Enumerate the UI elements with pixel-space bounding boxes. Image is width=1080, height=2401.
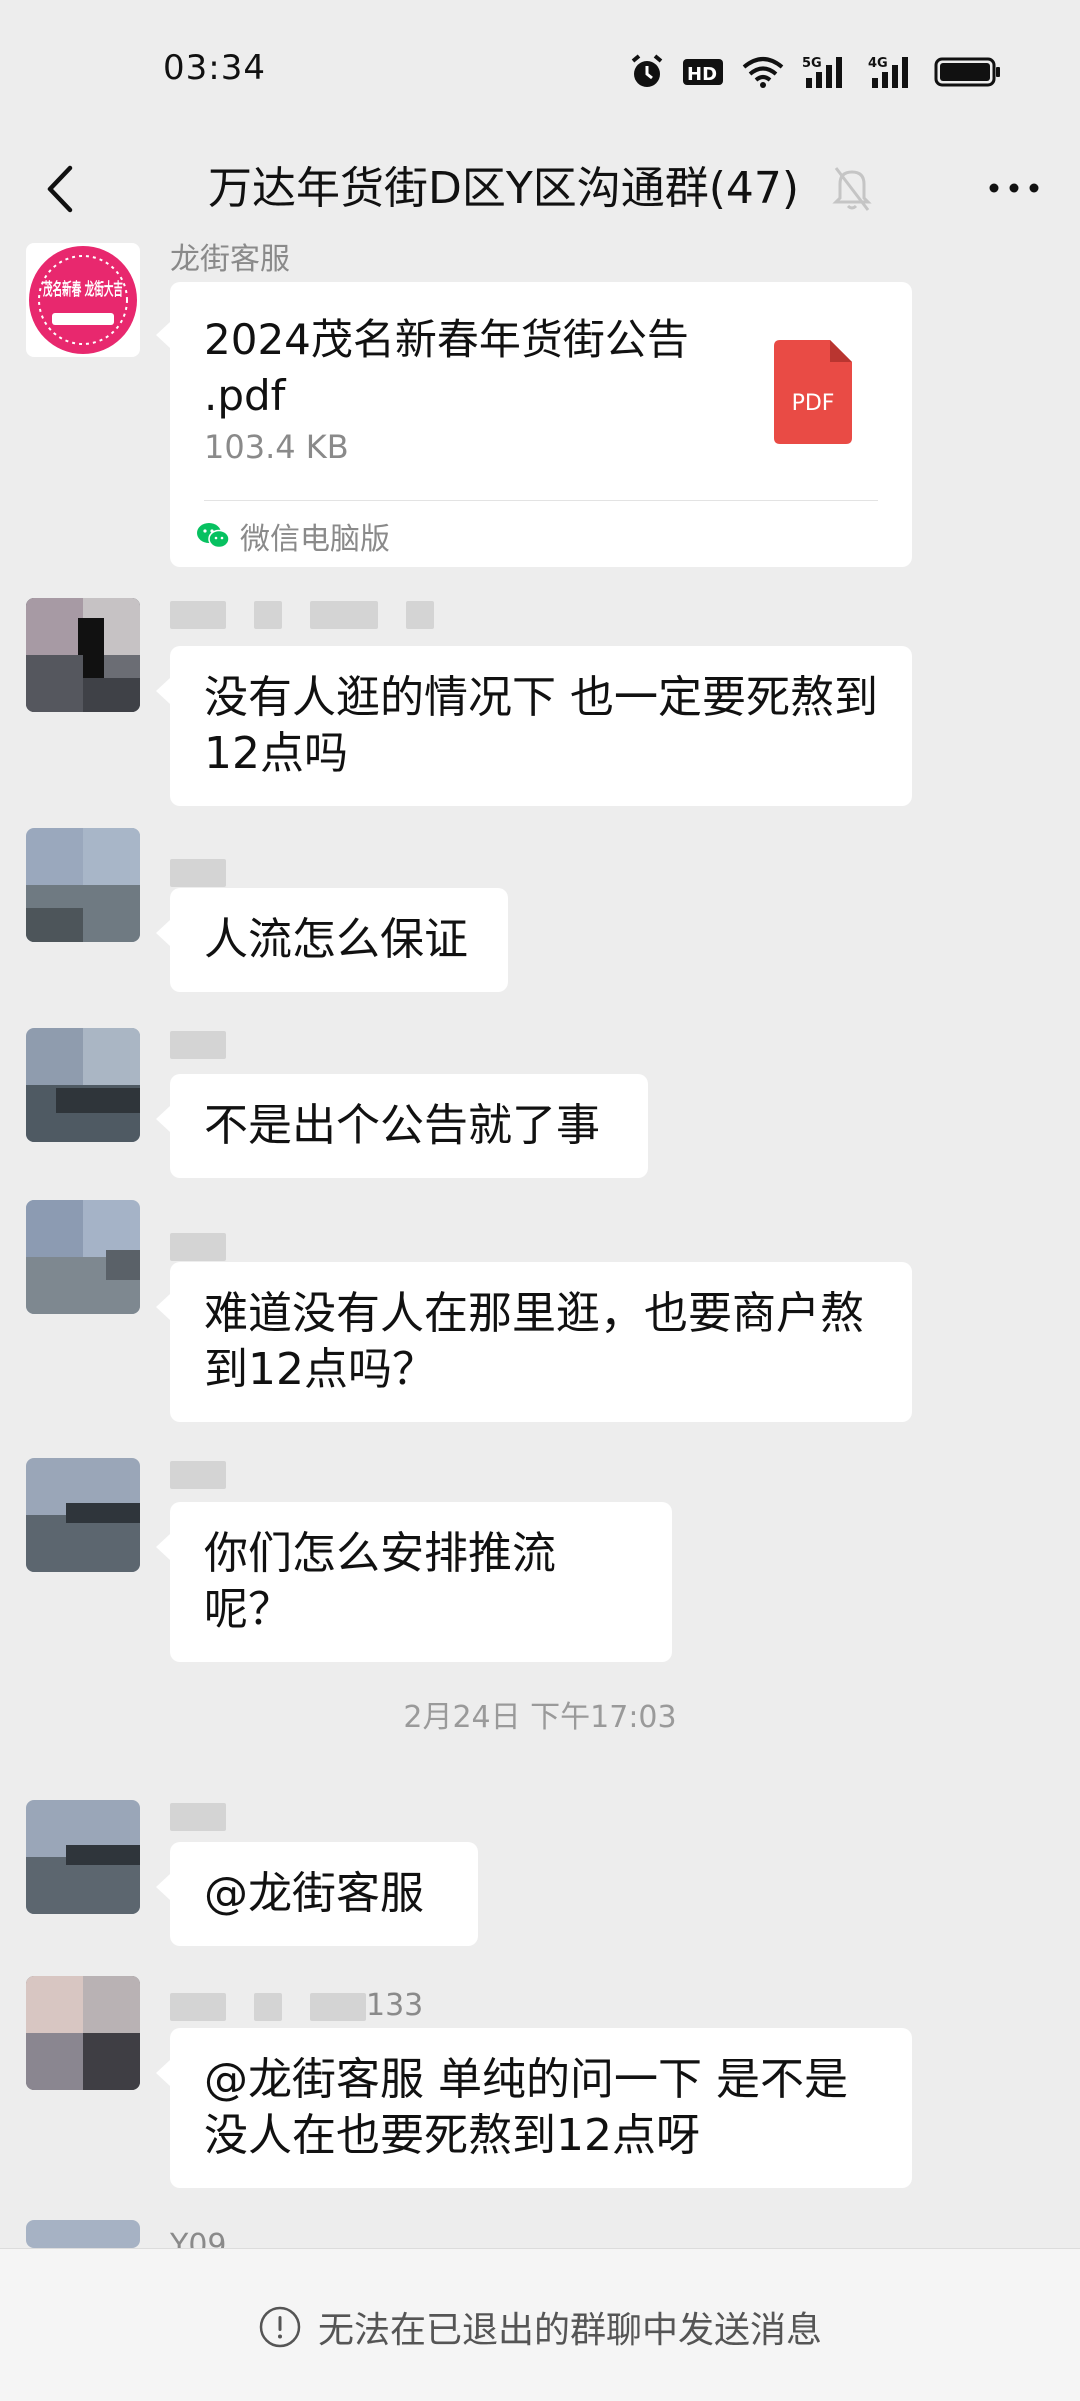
file-divider xyxy=(204,500,878,501)
avatar-blurred-photo xyxy=(26,1028,140,1142)
avatar[interactable] xyxy=(26,2220,140,2248)
sender-name-suffix: 133 xyxy=(366,1988,424,2023)
sender-name: 龙街客服 xyxy=(170,242,290,277)
4g-label: 4G xyxy=(868,56,888,71)
sender-name-redacted xyxy=(170,1230,254,1262)
sender-name-redacted: 133 xyxy=(170,1990,423,2022)
file-size: 103.4 KB xyxy=(204,428,349,466)
status-icons: HD 5G 4G xyxy=(630,52,1002,92)
pdf-badge-label: PDF xyxy=(792,391,835,416)
status-bar: 03:34 HD 5G 4G xyxy=(0,0,1080,140)
message-bubble[interactable]: 难道没有人在那里逛，也要商户熬到12点吗？ xyxy=(156,1262,912,1422)
message-bubble[interactable]: @龙街客服 xyxy=(156,1842,478,1946)
sender-name-redacted xyxy=(170,856,254,888)
avatar[interactable] xyxy=(26,1028,140,1142)
back-icon[interactable] xyxy=(38,154,82,224)
avatar[interactable] xyxy=(26,1200,140,1314)
hd-icon: HD xyxy=(683,59,723,85)
5g-label: 5G xyxy=(802,56,822,71)
chat-title: 万达年货街D区Y区沟通群(47) xyxy=(208,163,800,214)
exclamation-circle-icon xyxy=(259,2306,301,2348)
exited-group-notice: 无法在已退出的群聊中发送消息 xyxy=(0,2301,1080,2353)
avatar[interactable] xyxy=(26,828,140,942)
battery-icon xyxy=(934,57,1000,87)
avatar-blurred-photo xyxy=(26,598,140,712)
sender-name-redacted xyxy=(170,598,462,630)
avatar[interactable] xyxy=(26,598,140,712)
file-card[interactable]: 2024茂名新春年货街公告 .pdf 103.4 KB PDF 微信电脑版 xyxy=(156,282,912,567)
message-bubble[interactable]: 没有人逛的情况下 也一定要死熬到12点吗 xyxy=(156,646,912,806)
wifi-icon xyxy=(742,57,784,88)
chat-header: 万达年货街D区Y区沟通群(47) xyxy=(0,140,1080,240)
avatar[interactable] xyxy=(26,1800,140,1914)
sender-name-redacted xyxy=(170,1458,254,1490)
message-bubble[interactable]: @龙街客服 单纯的问一下 是不是没人在也要死熬到12点呀 xyxy=(156,2028,912,2188)
message-bubble[interactable]: 不是出个公告就了事 xyxy=(156,1074,648,1178)
file-source-label: 微信电脑版 xyxy=(240,522,390,557)
avatar-text: 茂名新春 龙街大吉 xyxy=(43,279,123,300)
avatar[interactable]: 茂名新春 龙街大吉 xyxy=(26,243,140,357)
avatar-blurred-photo xyxy=(26,1976,140,2090)
message-timestamp: 2月24日 下午17:03 xyxy=(403,1700,677,1735)
hd-label: HD xyxy=(687,64,717,85)
pdf-file-icon: PDF xyxy=(774,340,852,444)
message-bubble[interactable]: 人流怎么保证 xyxy=(156,888,508,992)
avatar-blurred-photo xyxy=(26,1458,140,1572)
wechat-icon xyxy=(197,523,230,549)
avatar[interactable] xyxy=(26,1976,140,2090)
file-source: 微信电脑版 xyxy=(196,514,390,558)
status-time: 03:34 xyxy=(163,48,266,88)
4g-signal-icon: 4G xyxy=(868,56,908,88)
avatar-blurred-photo xyxy=(26,1800,140,1914)
5g-signal-icon: 5G xyxy=(802,56,842,88)
sender-name-redacted xyxy=(170,1028,254,1060)
file-name: 2024茂名新春年货街公告 .pdf xyxy=(204,315,689,420)
avatar-logo-icon: 茂名新春 龙街大吉 xyxy=(29,246,137,354)
mute-bell-icon xyxy=(832,167,872,211)
message-bubble[interactable]: 你们怎么安排推流呢？ xyxy=(156,1502,672,1662)
exited-group-notice-text: 无法在已退出的群聊中发送消息 xyxy=(317,2310,822,2351)
avatar-blurred-photo xyxy=(26,828,140,942)
alarm-icon xyxy=(631,54,663,87)
more-icon[interactable] xyxy=(984,160,1044,216)
avatar-blurred-photo xyxy=(26,2220,140,2248)
sender-name-redacted xyxy=(170,1800,254,1832)
avatar[interactable] xyxy=(26,1458,140,1572)
avatar-blurred-photo xyxy=(26,1200,140,1314)
input-disabled-bar: 无法在已退出的群聊中发送消息 xyxy=(0,2248,1080,2401)
